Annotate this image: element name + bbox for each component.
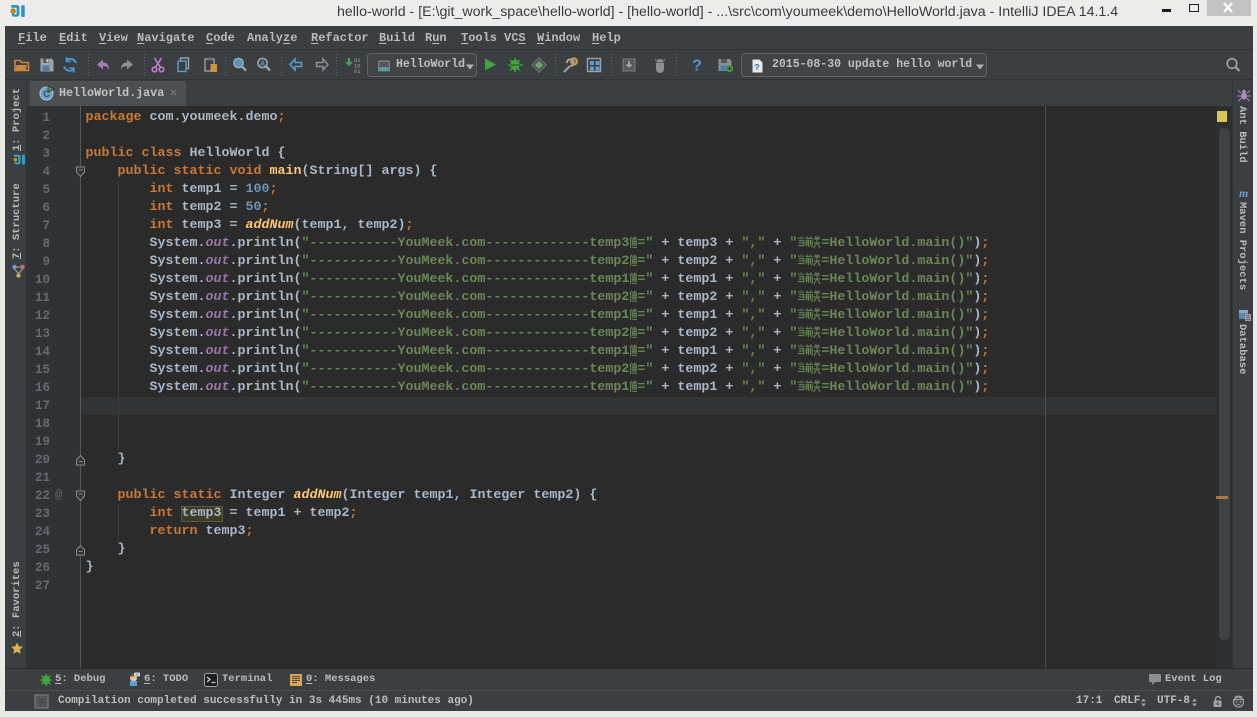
svg-text:A: A [260, 60, 265, 69]
svg-text:?: ? [692, 58, 702, 75]
svg-text:?: ? [754, 63, 759, 73]
svg-text:m: m [1239, 186, 1248, 199]
svg-text:01: 01 [354, 68, 361, 74]
